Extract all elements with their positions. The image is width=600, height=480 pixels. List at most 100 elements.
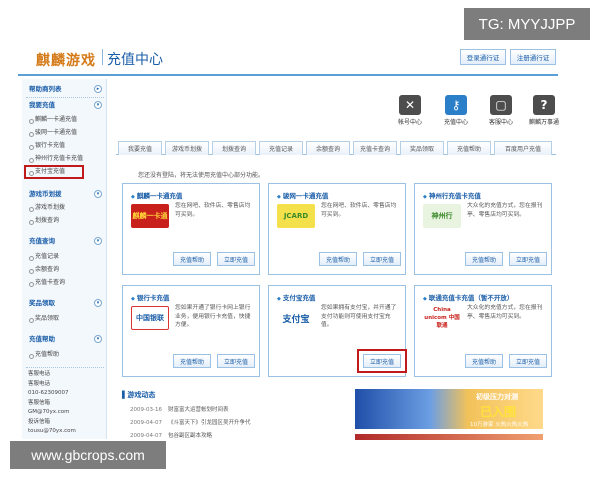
divider — [26, 97, 104, 98]
contact-email[interactable]: GM@70yx.com — [28, 408, 76, 418]
register-button[interactable]: 注册通行证 — [510, 49, 556, 65]
sidebar-section-transfer[interactable]: 游戏币划拨 ▾ — [22, 188, 107, 200]
recharge-now-button[interactable]: 立即充值 — [509, 354, 547, 368]
unicom-logo: China unicom 中国联通 — [423, 306, 461, 330]
news-text[interactable]: 《斗富天下》引龙园区吴开升争代 — [168, 420, 251, 426]
login-button[interactable]: 登录通行证 — [460, 49, 506, 65]
sidebar-section-help[interactable]: 充值帮助 ▾ — [22, 333, 107, 345]
card-bank: 银行卡充值 中国银联 您如果开通了银行卡网上银行业务，便用银行卡充值，快捷方便。… — [122, 285, 260, 377]
card-desc: 大众化的充值方式，您在报刊亭、零售店均可买到。 — [467, 203, 543, 218]
jcard-logo: JCARD — [277, 204, 315, 228]
news-text[interactable]: 包谷副区副本攻略 — [168, 433, 212, 439]
tab-card-query[interactable]: 充值卡查询 — [353, 141, 397, 155]
tab-help[interactable]: 充值帮助 — [447, 141, 491, 155]
question-icon[interactable]: ? — [533, 95, 555, 115]
complaint-email[interactable]: tousu@70yx.com — [28, 427, 76, 437]
nav-account-center[interactable]: 帐号中心 — [385, 117, 435, 126]
sidebar-item-help[interactable]: 充值帮助 — [28, 350, 59, 360]
sidebar-section-query[interactable]: 充值查询 ▾ — [22, 235, 107, 247]
card-title: 骏网一卡通充值 — [277, 190, 329, 200]
wrench-icon[interactable]: ✕ — [399, 95, 421, 115]
card-junnet: 骏网一卡通充值 JCARD 您在网吧、软件店、零售店均可买到。 充值帮助 立即充… — [268, 183, 406, 275]
sidebar-item-records[interactable]: 充值记录 — [28, 252, 59, 262]
card-alipay: 支付宝充值 支付宝 您如果拥有支付宝，并开通了支付功能则可使用支付宝充值。 立即… — [268, 285, 407, 377]
logo[interactable]: 麒麟游戏 — [36, 50, 96, 70]
tab-baidu[interactable]: 百度用户充值 — [494, 141, 552, 155]
tab-transfer[interactable]: 游戏币划拨 — [165, 141, 209, 155]
news-title-text: 游戏动态 — [127, 391, 156, 399]
contact-label: 客服电话 — [28, 371, 51, 377]
tab-prizes[interactable]: 奖品领取 — [400, 141, 444, 155]
card-desc: 您在网吧、软件店、零售店均可买到。 — [175, 203, 251, 218]
contact-label: 客服信箱 — [28, 399, 51, 406]
sidebar-item-junnet-card[interactable]: 骏网一卡通充值 — [28, 128, 77, 138]
nav-recharge-center[interactable]: 充值中心 — [431, 117, 481, 126]
sidebar-section-prizes[interactable]: 奖品领取 ▾ — [22, 297, 107, 309]
promo-banner-2[interactable] — [355, 434, 543, 440]
login-notice: 您还没有登陆，将无法使用充值中心部分功能。 — [138, 172, 265, 179]
tab-balance[interactable]: 余额查询 — [306, 141, 350, 155]
collapse-icon[interactable]: ▾ — [94, 101, 102, 109]
news-item[interactable]: 2009-03-16 财富富大运营帐划时间表 — [130, 405, 228, 413]
chat-icon[interactable]: ▢ — [490, 95, 512, 115]
sidebar-item-balance[interactable]: 余额查询 — [28, 265, 59, 275]
sidebar-section-merchants[interactable]: 帮助商列表 ▸ — [22, 83, 107, 95]
card-szx: 神州行充值卡充值 神州行 大众化的充值方式，您在报刊亭、零售店均可买到。 充值帮… — [414, 183, 552, 275]
card-title: 银行卡充值 — [131, 292, 170, 302]
sidebar-item-bank-card[interactable]: 银行卡充值 — [28, 141, 65, 151]
collapse-icon[interactable]: ▾ — [94, 190, 102, 198]
sidebar-section-recharge[interactable]: 我要充值 ▾ — [22, 99, 107, 111]
nav-faq[interactable]: 麒麟万事通 — [519, 117, 569, 126]
szx-logo: 神州行 — [423, 204, 461, 228]
highlight-box — [24, 165, 84, 179]
banner-line2: 已入围 — [480, 405, 517, 419]
banner-line1: 初级压力对测 — [476, 393, 518, 401]
collapse-icon[interactable]: ▾ — [94, 299, 102, 307]
tab-recharge[interactable]: 我要充值 — [118, 141, 162, 155]
expand-icon[interactable]: ▸ — [94, 85, 102, 93]
news-date: 2009-03-16 — [130, 407, 162, 413]
collapse-icon[interactable]: ▾ — [94, 335, 102, 343]
sidebar-item-szx-card[interactable]: 神州行充值卡充值 — [28, 154, 83, 164]
sidebar-item-transfer[interactable]: 游戏币划拨 — [28, 203, 65, 213]
news-item[interactable]: 2009-04-07 包谷副区副本攻略 — [130, 431, 212, 439]
recharge-now-button[interactable]: 立即充值 — [363, 252, 401, 266]
help-button[interactable]: 充值帮助 — [173, 354, 211, 368]
card-desc: 大众化的充值方式，您在报刊亭、零售店均可买到。 — [467, 305, 543, 320]
card-desc: 您如果拥有支付宝，并开通了支付功能则可使用支付宝充值。 — [321, 305, 397, 328]
key-icon[interactable]: ⚷ — [445, 95, 467, 115]
card-desc: 您如果开通了银行卡网上银行业务，便用银行卡充值，快捷方便。 — [175, 305, 251, 328]
help-button[interactable]: 充值帮助 — [319, 252, 357, 266]
qilin-card-logo: 麒麟一卡通 — [131, 204, 169, 228]
sidebar-item-prizes[interactable]: 奖品领取 — [28, 314, 59, 324]
sidebar-item-transfer-query[interactable]: 划拨查询 — [28, 216, 59, 226]
help-button[interactable]: 充值帮助 — [465, 252, 503, 266]
card-title: 联通充值卡充值（暂不开放） — [423, 292, 514, 302]
card-title: 神州行充值卡充值 — [423, 190, 481, 200]
page-title: 充值中心 — [107, 52, 163, 68]
news-text[interactable]: 财富富大运营帐划时间表 — [168, 407, 229, 413]
help-button[interactable]: 充值帮助 — [465, 354, 503, 368]
tab-transfer-query[interactable]: 划拨查询 — [212, 141, 256, 155]
recharge-now-button[interactable]: 立即充值 — [509, 252, 547, 266]
recharge-now-button[interactable]: 立即充值 — [217, 354, 255, 368]
sidebar: 帮助商列表 ▸ 我要充值 ▾ 麒麟一卡通充值 骏网一卡通充值 银行卡充值 神州行充值… — [22, 79, 107, 439]
unionpay-logo: 中国银联 — [131, 306, 169, 330]
card-title: 支付宝充值 — [277, 292, 316, 302]
sidebar-item-card-query[interactable]: 充值卡查询 — [28, 278, 65, 288]
card-desc: 您在网吧、软件店、零售店均可买到。 — [321, 203, 397, 218]
highlight-box — [357, 349, 407, 373]
news-item[interactable]: 2009-04-07 《斗富天下》引龙园区吴开升争代 — [130, 418, 250, 426]
alipay-logo: 支付宝 — [277, 306, 315, 330]
collapse-icon[interactable]: ▾ — [94, 237, 102, 245]
recharge-now-button[interactable]: 立即充值 — [217, 252, 255, 266]
help-button[interactable]: 充值帮助 — [173, 252, 211, 266]
tab-records[interactable]: 充值记录 — [259, 141, 303, 155]
news-section-title: ▌游戏动态 — [122, 391, 156, 399]
sidebar-item-qilin-card[interactable]: 麒麟一卡通充值 — [28, 115, 77, 125]
news-date: 2009-04-07 — [130, 420, 162, 426]
watermark-bottom: www.gbcrops.com — [10, 441, 166, 469]
contact-label: 投诉信箱 — [28, 418, 51, 425]
card-title: 麒麟一卡通充值 — [131, 190, 183, 200]
contact-info: 客服电话 客服电话 010-62309007 客服信箱 GM@70yx.com … — [28, 370, 76, 437]
